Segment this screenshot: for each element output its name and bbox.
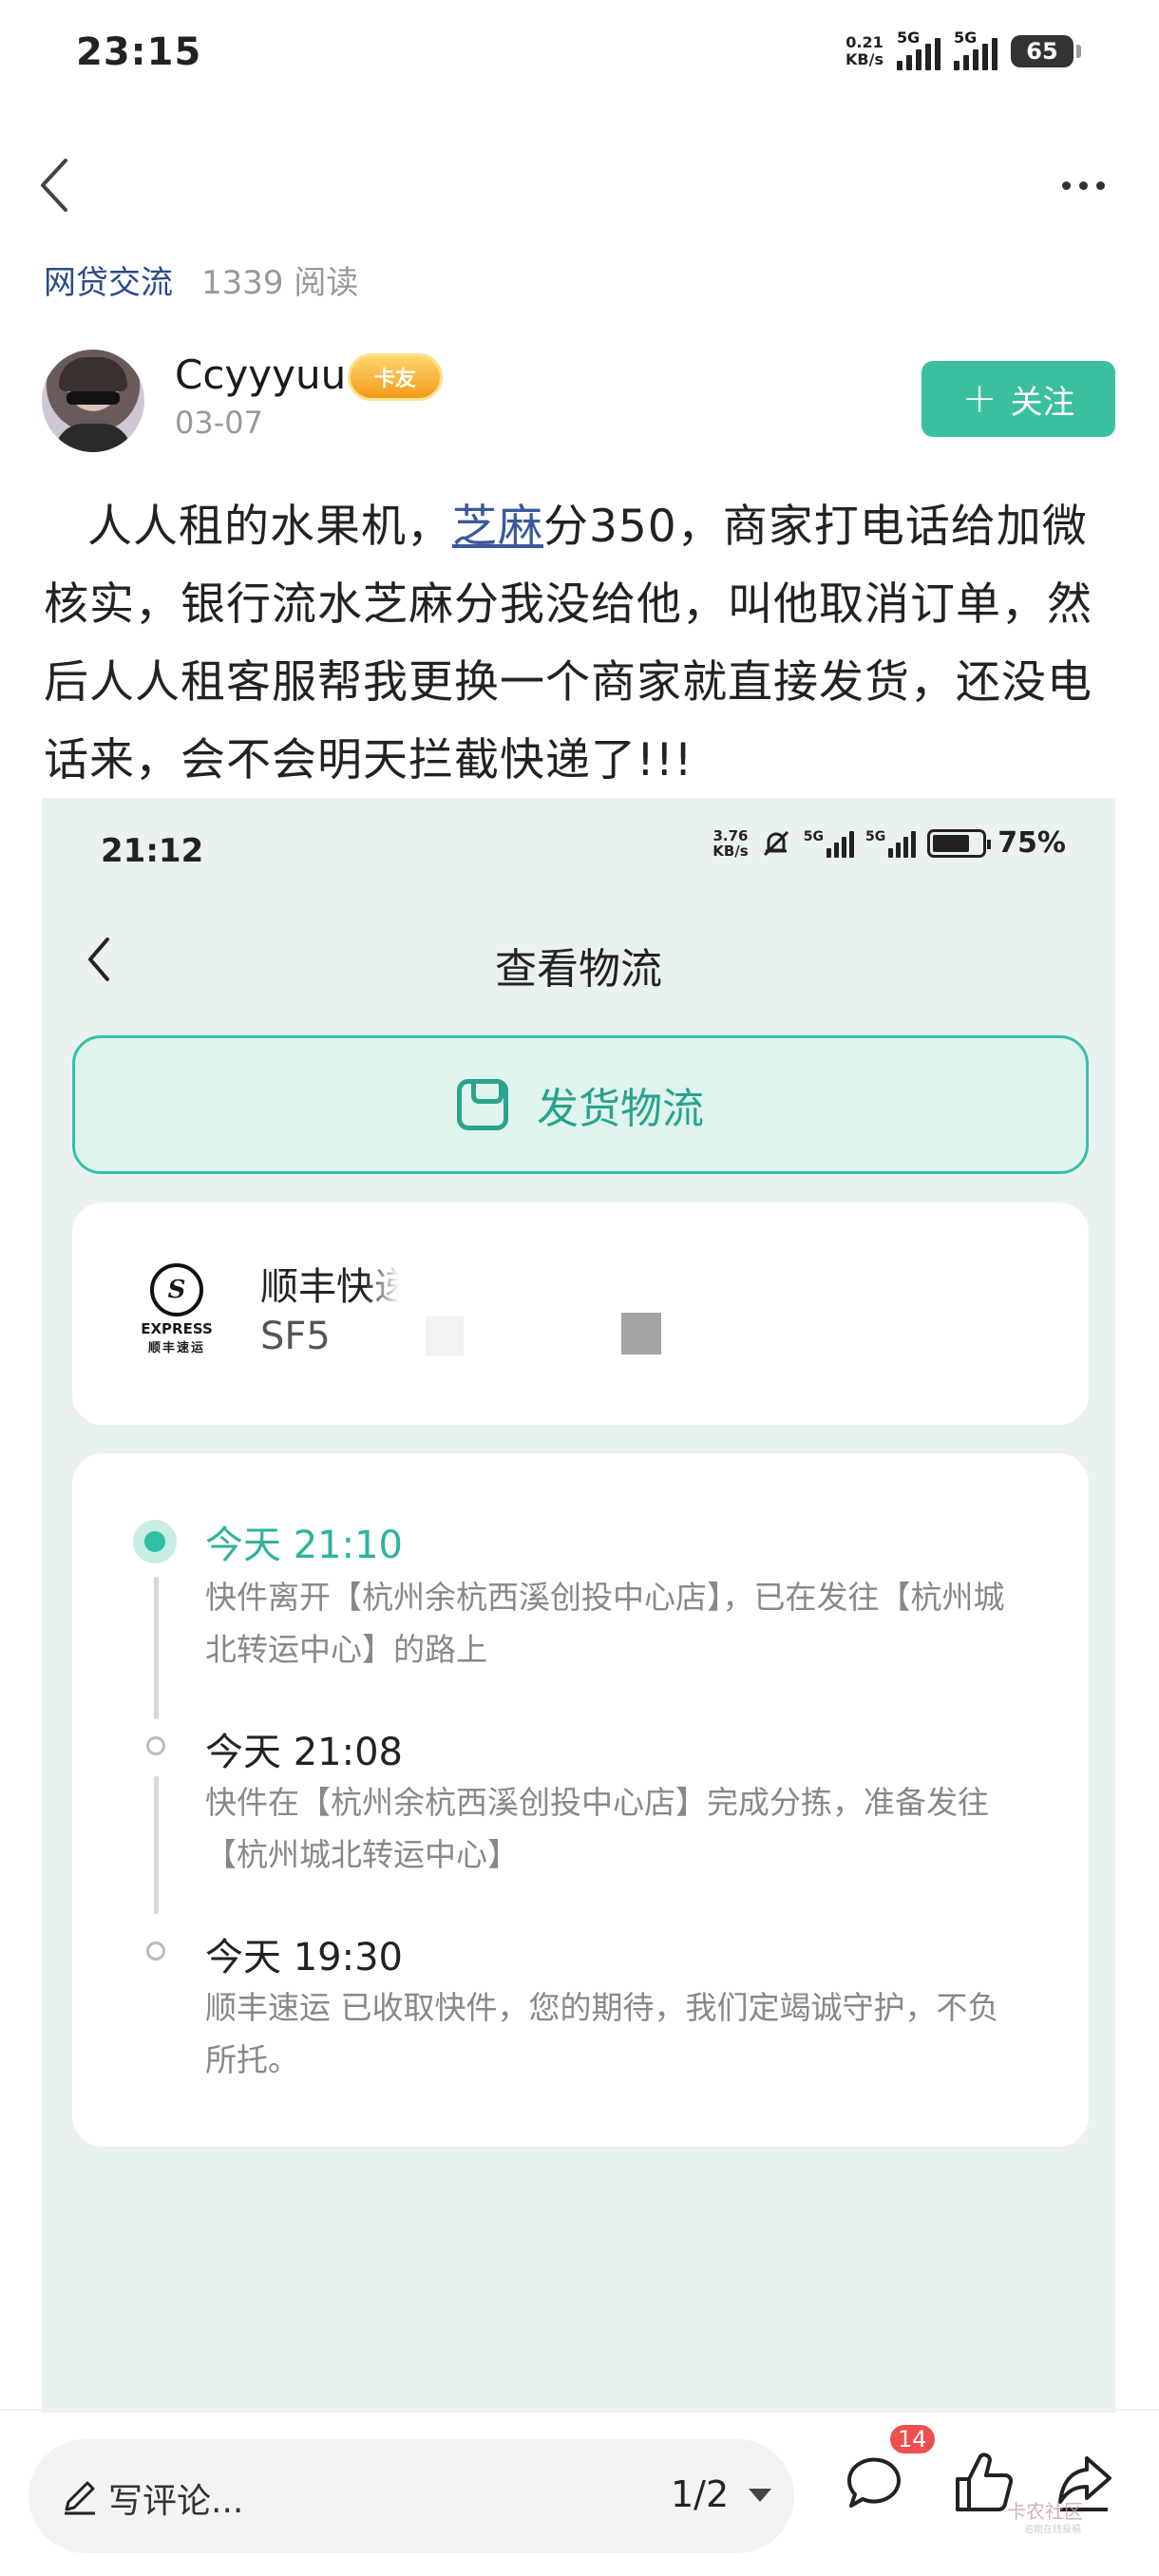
shot-status-icons: 3.76 KB/s 5G 5G 75% [712, 826, 1066, 860]
more-button[interactable] [1045, 152, 1121, 218]
bottom-action-bar: 写评论... 1/2 14 卡农社区 逾期在线投稿 [0, 2413, 1159, 2576]
redaction-block [426, 1316, 464, 1356]
package-icon [457, 1079, 508, 1130]
timeline-connector [154, 1776, 159, 1914]
network-speed: 0.21 KB/s [846, 33, 884, 68]
shot-network-speed: 3.76 KB/s [712, 826, 749, 860]
timeline-time: 今天 21:08 [205, 1731, 403, 1774]
post-date: 03-07 [175, 405, 263, 441]
comment-count-badge: 14 [887, 2422, 938, 2456]
sf-express-logo: S EXPRESS 顺丰速运 [139, 1263, 215, 1368]
status-bar: 23:15 0.21 KB/s 5G 5G 65 [0, 0, 1159, 104]
comment-placeholder: 写评论... [108, 2482, 244, 2521]
follow-button[interactable]: + 关注 [922, 361, 1115, 437]
bottom-divider [0, 2409, 1159, 2411]
timeline-desc: 顺丰速运 已收取快件，您的期待，我们定竭诚守护，不负所托。 [205, 1989, 999, 2078]
zhima-link[interactable]: 芝麻 [452, 501, 543, 553]
shot-page-title: 查看物流 [495, 945, 662, 994]
shot-status-time: 21:12 [101, 832, 204, 870]
back-button[interactable] [21, 152, 87, 218]
watermark-subtitle: 逾期在线投稿 [1024, 2525, 1081, 2535]
shot-signal-sim2-icon: 5G [865, 829, 917, 858]
redaction-block [621, 1313, 661, 1354]
caret-down-icon[interactable] [749, 2489, 771, 2502]
user-badge: 卡友 [348, 353, 443, 401]
bell-off-icon [763, 830, 788, 856]
carrier-name: 顺丰快递 [260, 1256, 422, 1311]
status-icons: 0.21 KB/s 5G 5G 65 [846, 28, 1081, 74]
timeline-time: 今天 19:30 [205, 1936, 403, 1979]
shipping-tab: 发货物流 [72, 1035, 1089, 1174]
post-image[interactable]: 21:12 3.76 KB/s 5G 5G 75% 查看物流 发货物流 S EX… [42, 798, 1115, 2413]
shot-nav: 查看物流 [42, 912, 1115, 1007]
timeline-active-dot [133, 1520, 177, 1563]
shot-battery-level: 75% [998, 826, 1066, 860]
timeline-connector [154, 1577, 159, 1719]
follow-label: 关注 [1010, 383, 1075, 422]
more-dots-icon [1061, 180, 1071, 190]
plus-icon: + [961, 374, 998, 423]
username[interactable]: Ccyyyuu [175, 351, 346, 398]
timeline-desc: 快件离开【杭州余杭西溪创投中心店】，已在发往【杭州城北转运中心】的路上 [205, 1579, 1005, 1668]
timeline-dot [146, 1736, 165, 1755]
comment-input[interactable]: 写评论... 1/2 [28, 2439, 794, 2553]
comment-bubble-icon[interactable] [838, 2447, 910, 2519]
shipping-tab-label: 发货物流 [537, 1085, 704, 1133]
avatar[interactable] [42, 350, 144, 452]
signal-sim2-icon: 5G [954, 28, 998, 70]
top-nav [0, 133, 1159, 237]
category-link[interactable]: 网贷交流 [44, 256, 173, 303]
timeline-dot [146, 1941, 165, 1960]
read-count: 1339 阅读 [201, 264, 359, 302]
shot-battery-icon [927, 828, 992, 858]
tracking-number: SF5 [260, 1315, 331, 1358]
signal-sim1-icon: 5G [897, 28, 940, 70]
status-time: 23:15 [76, 30, 202, 74]
back-chevron-icon [41, 159, 67, 212]
pencil-icon [65, 2481, 95, 2515]
post-meta: 网贷交流 1339 阅读 [44, 256, 358, 303]
carrier-card: S EXPRESS 顺丰速运 顺丰快递 SF5 [72, 1203, 1089, 1425]
tracking-timeline: 今天 21:10 快件离开【杭州余杭西溪创投中心店】，已在发往【杭州城北转运中心… [72, 1453, 1089, 2147]
timeline-time: 今天 21:10 [205, 1524, 403, 1567]
page-indicator[interactable]: 1/2 [671, 2473, 729, 2515]
battery-icon: 65 [1011, 35, 1081, 67]
timeline-desc: 快件在【杭州余杭西溪创投中心店】完成分拣，准备发往【杭州城北转运中心】 [205, 1784, 989, 1873]
watermark-logo: 卡农社区 [1007, 2500, 1083, 2523]
post-body: 人人租的水果机，芝麻分350，商家打电话给加微核实，银行流水芝麻分我没给他，叫他… [44, 501, 1092, 786]
shot-signal-sim1-icon: 5G [804, 829, 854, 858]
author-row: Ccyyyuu 卡友 03-07 + 关注 [42, 350, 1115, 456]
